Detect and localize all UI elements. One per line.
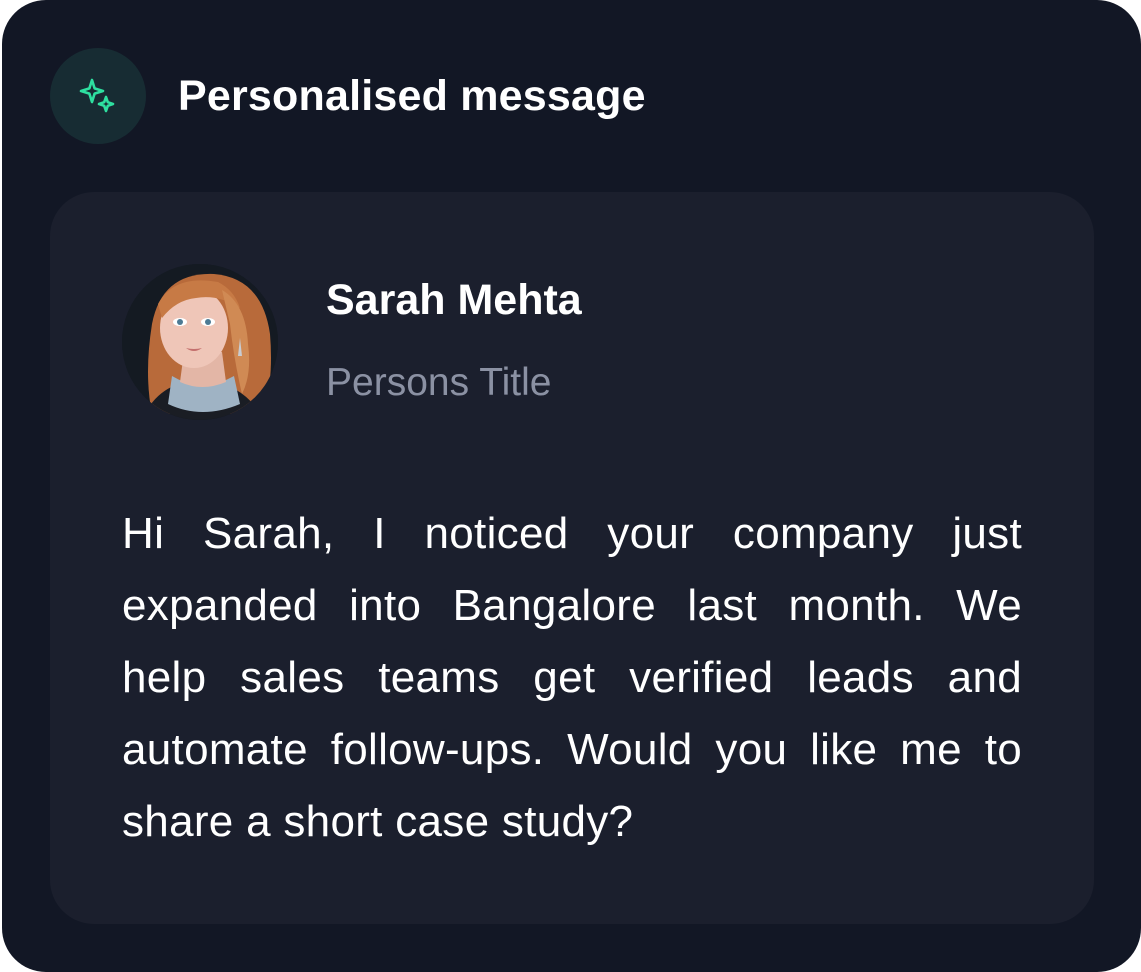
message-body: Hi Sarah, I noticed your company just ex… (122, 509, 1022, 846)
contact-title: Persons Title (326, 361, 552, 404)
avatar (122, 264, 278, 420)
message-panel: Sarah Mehta Persons Title Hi Sarah, I no… (50, 192, 1094, 924)
card-title: Personalised message (178, 71, 646, 120)
personalised-message-card: Personalised message Sarah Mehta Persons… (2, 0, 1141, 972)
sparkles-icon (50, 48, 146, 144)
card-header: Personalised message (50, 48, 646, 144)
contact-name: Sarah Mehta (326, 276, 582, 324)
